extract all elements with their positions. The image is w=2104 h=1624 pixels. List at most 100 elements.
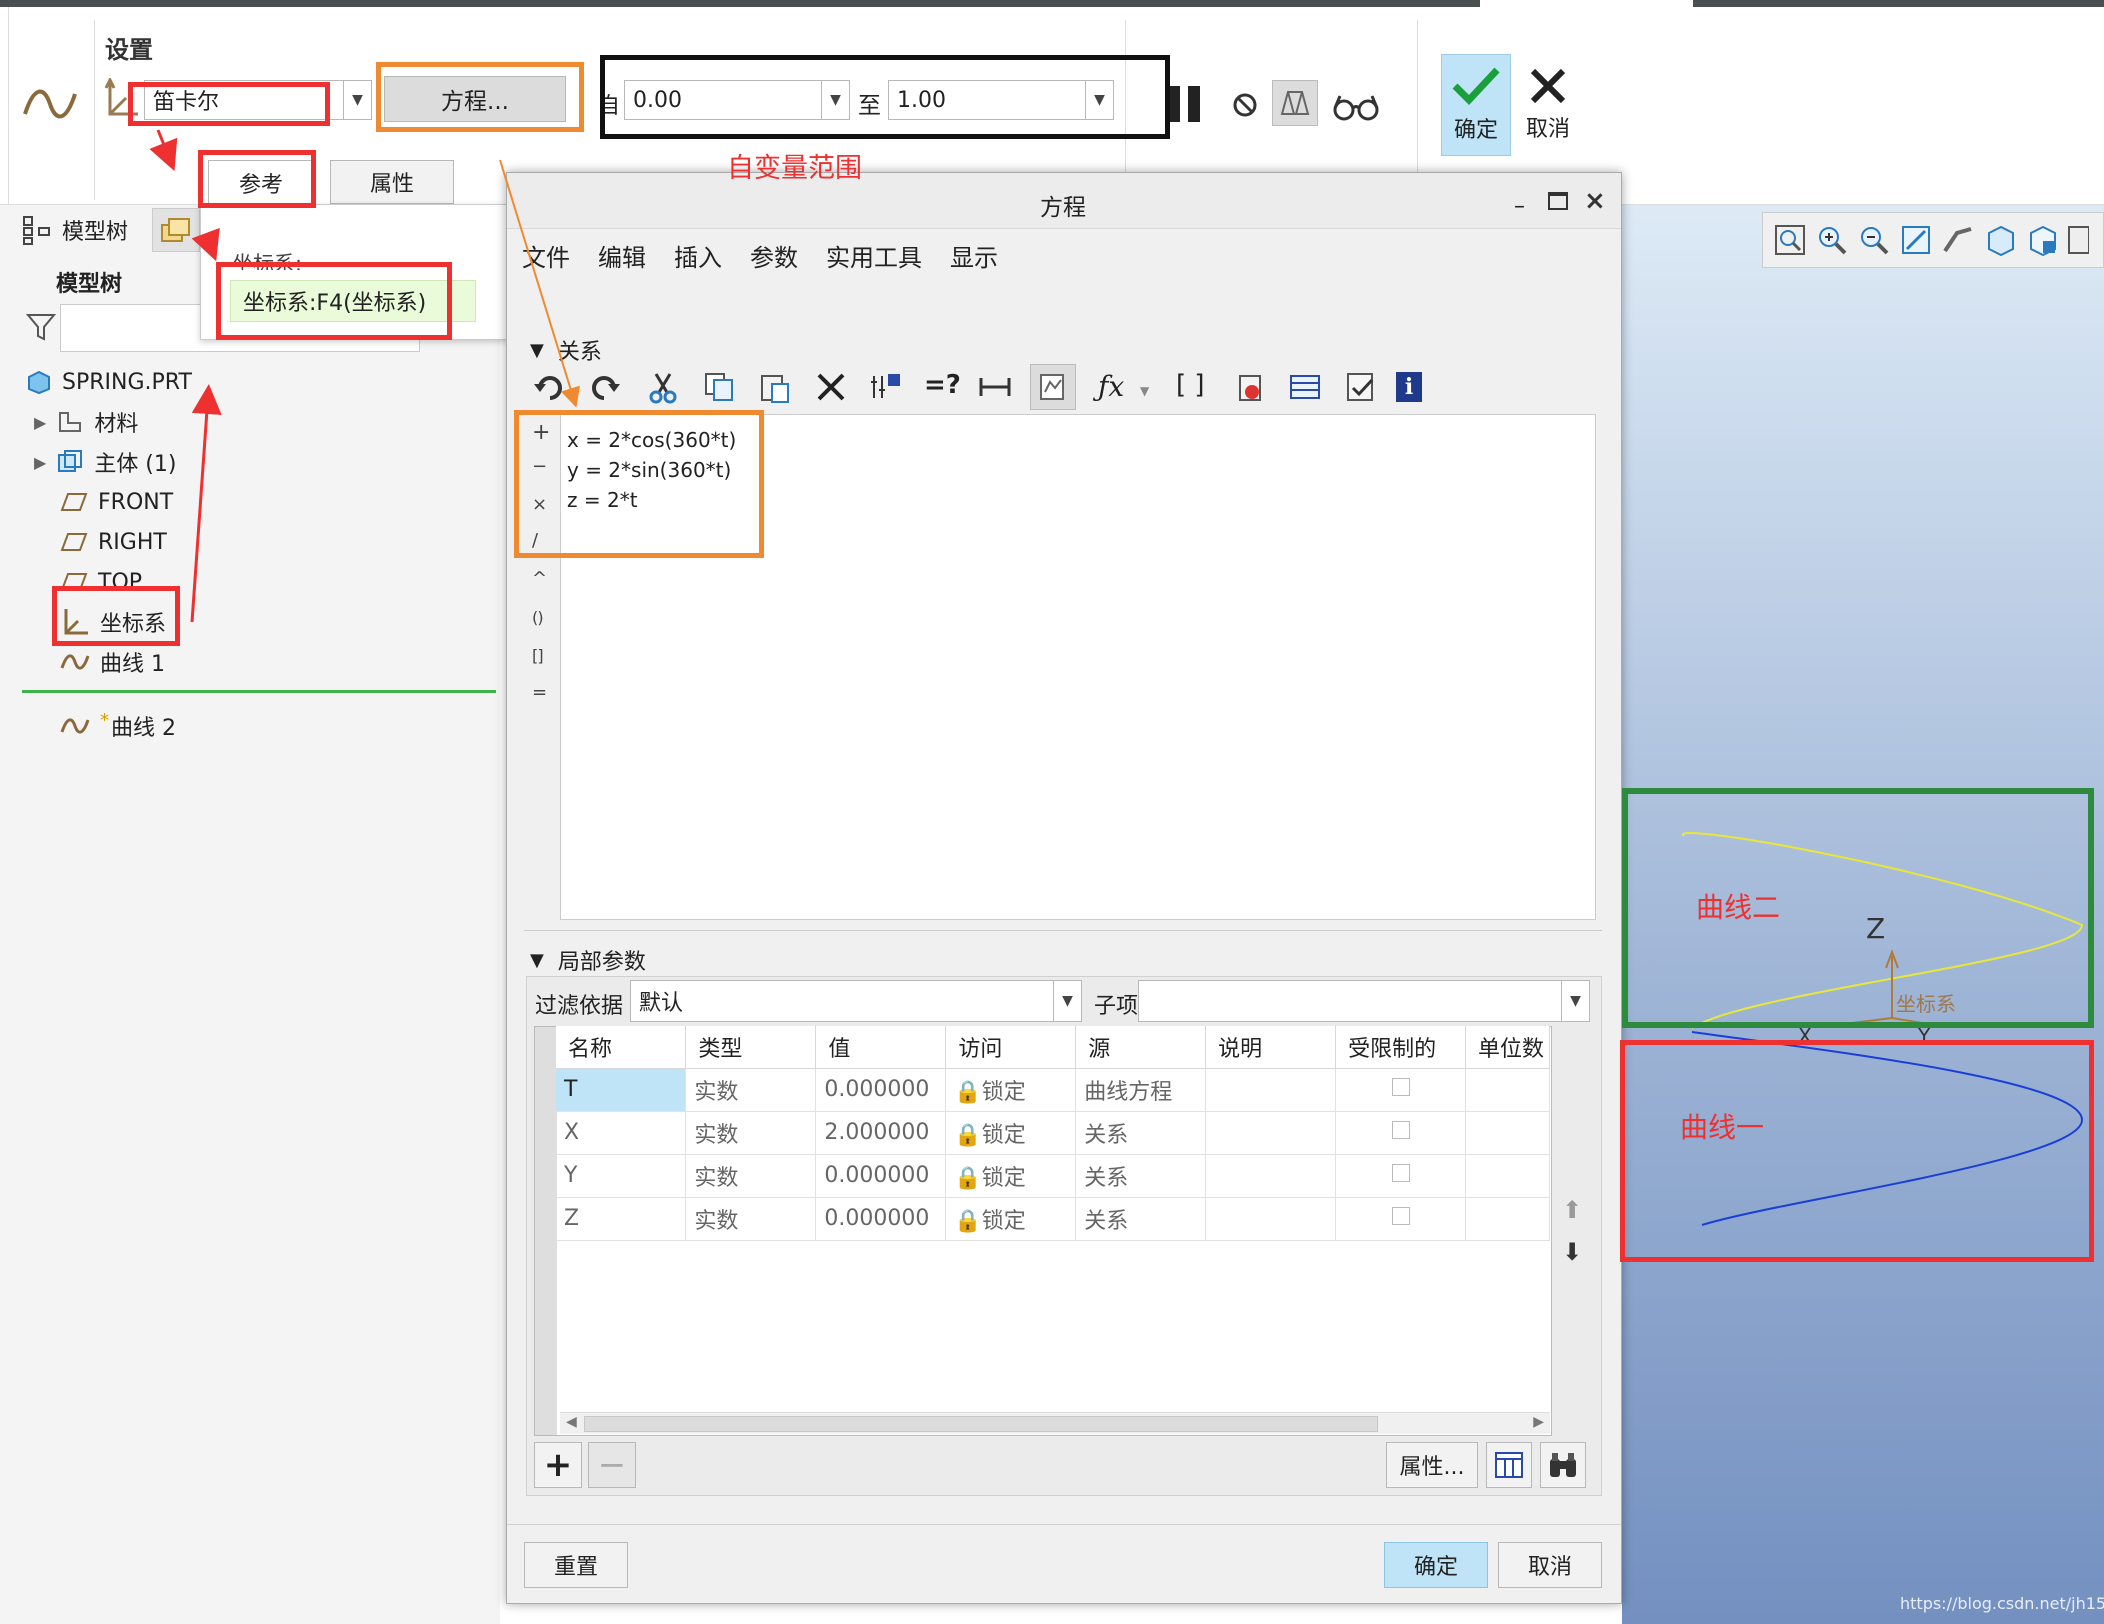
redo-icon[interactable] bbox=[588, 370, 622, 404]
cell-name[interactable]: T bbox=[556, 1068, 687, 1112]
insert-equals-button[interactable]: = bbox=[532, 682, 547, 703]
brackets-icon[interactable]: [ ] bbox=[1176, 370, 1205, 400]
filter-icon[interactable] bbox=[25, 312, 57, 348]
copy-icon[interactable] bbox=[702, 370, 736, 404]
minimize-icon[interactable]: – bbox=[1514, 194, 1525, 219]
tree-item-curve-1[interactable]: 曲线 1 bbox=[60, 644, 165, 680]
tree-item-coord-system[interactable]: 坐标系 bbox=[60, 604, 166, 640]
restricted-checkbox[interactable] bbox=[1391, 1207, 1410, 1225]
insert-divide-button[interactable]: / bbox=[532, 530, 538, 551]
restricted-checkbox[interactable] bbox=[1391, 1078, 1410, 1096]
table-row[interactable]: X 实数 2.000000 🔒锁定 关系 bbox=[556, 1111, 1550, 1155]
col-name[interactable]: 名称 bbox=[556, 1026, 687, 1069]
zoom-out-icon[interactable] bbox=[1857, 223, 1891, 257]
scroll-thumb[interactable] bbox=[584, 1416, 1378, 1432]
menu-display[interactable]: 显示 bbox=[950, 238, 998, 273]
col-restricted[interactable]: 受限制的 bbox=[1335, 1026, 1467, 1069]
columns-icon[interactable] bbox=[1486, 1442, 1532, 1488]
equation-line[interactable]: z = 2*t bbox=[567, 485, 1589, 515]
function-icon[interactable]: ƒx bbox=[1098, 370, 1124, 403]
zoom-fit-icon[interactable] bbox=[1773, 223, 1807, 257]
menu-utilities[interactable]: 实用工具 bbox=[826, 238, 922, 273]
info-icon[interactable]: i bbox=[1396, 372, 1422, 402]
restricted-checkbox[interactable] bbox=[1391, 1164, 1410, 1182]
repaint-icon[interactable] bbox=[1899, 223, 1933, 257]
binoculars-icon[interactable] bbox=[1540, 1442, 1586, 1488]
reset-button[interactable]: 重置 bbox=[524, 1542, 628, 1588]
equation-line[interactable]: y = 2*sin(360*t) bbox=[567, 455, 1589, 485]
insert-brackets-button[interactable]: [ ] bbox=[532, 646, 543, 665]
col-access[interactable]: 访问 bbox=[945, 1026, 1077, 1069]
range-to-input[interactable]: 1.00 ▼ bbox=[888, 80, 1114, 120]
menu-parameters[interactable]: 参数 bbox=[750, 238, 798, 273]
left-tab-model-tree[interactable]: 模型树 bbox=[22, 214, 128, 246]
evaluate-icon[interactable]: =? bbox=[924, 370, 961, 400]
pause-icon[interactable] bbox=[1168, 86, 1200, 122]
coord-type-select[interactable]: 笛卡尔 ▼ bbox=[144, 80, 372, 120]
verify-check-icon[interactable] bbox=[1344, 370, 1378, 404]
verify-relations-icon[interactable] bbox=[1030, 364, 1076, 410]
menu-insert[interactable]: 插入 bbox=[674, 238, 722, 273]
tree-item-part[interactable]: SPRING.PRT bbox=[26, 364, 192, 400]
delete-icon[interactable] bbox=[814, 370, 848, 404]
col-type[interactable]: 类型 bbox=[685, 1026, 817, 1069]
chevron-down-icon[interactable]: ▼ bbox=[1140, 384, 1149, 398]
remove-parameter-button[interactable]: − bbox=[588, 1442, 636, 1488]
table-row[interactable]: Z 实数 0.000000 🔒锁定 关系 bbox=[556, 1197, 1550, 1241]
scroll-left-arrow-icon[interactable]: ◀ bbox=[566, 1414, 577, 1430]
view-cube-icon[interactable] bbox=[1983, 223, 2017, 257]
reference-collector[interactable]: 坐标系:F4(坐标系) bbox=[230, 280, 476, 322]
tree-item-top[interactable]: TOP bbox=[60, 564, 142, 590]
layers-tab-icon[interactable] bbox=[152, 208, 200, 252]
tree-item-right[interactable]: RIGHT bbox=[60, 524, 167, 560]
cell-name[interactable]: X bbox=[556, 1111, 687, 1155]
table-view-icon[interactable] bbox=[1288, 370, 1322, 404]
add-parameter-button[interactable]: + bbox=[534, 1442, 582, 1488]
sub-item-select[interactable]: ▼ bbox=[1138, 980, 1590, 1022]
expand-arrow-icon[interactable]: ▶ bbox=[34, 453, 46, 472]
measure-icon[interactable] bbox=[978, 370, 1012, 404]
ribbon-ok-button[interactable]: 确定 bbox=[1441, 54, 1511, 156]
tab-reference[interactable]: 参考 bbox=[208, 160, 314, 204]
filter-select[interactable]: 默认 ▼ bbox=[630, 980, 1082, 1022]
insert-minus-button[interactable]: − bbox=[532, 456, 547, 477]
verify-preview-icon[interactable] bbox=[1272, 80, 1318, 126]
display-style-icon[interactable] bbox=[1941, 223, 1975, 257]
close-icon[interactable]: × bbox=[1584, 186, 1606, 216]
dialog-cancel-button[interactable]: 取消 bbox=[1498, 1542, 1602, 1588]
insert-multiply-button[interactable]: × bbox=[532, 494, 547, 515]
move-up-icon[interactable]: ⬆ bbox=[1562, 1196, 1582, 1224]
equation-button[interactable]: 方程... bbox=[384, 76, 566, 122]
col-description[interactable]: 说明 bbox=[1205, 1026, 1337, 1069]
restricted-checkbox[interactable] bbox=[1391, 1121, 1410, 1139]
cell-name[interactable]: Y bbox=[556, 1154, 687, 1198]
cell-name[interactable]: Z bbox=[556, 1197, 687, 1241]
zoom-in-icon[interactable] bbox=[1815, 223, 1849, 257]
chevron-down-icon[interactable]: ▼ bbox=[1085, 81, 1113, 119]
paste-icon[interactable] bbox=[758, 370, 792, 404]
properties-button[interactable]: 属性... bbox=[1386, 1442, 1478, 1488]
dialog-ok-button[interactable]: 确定 bbox=[1384, 1542, 1488, 1588]
cut-icon[interactable] bbox=[646, 370, 680, 404]
sort-relations-icon[interactable] bbox=[868, 370, 902, 404]
tree-item-body[interactable]: ▶ 主体 (1) bbox=[34, 444, 176, 480]
insert-parentheses-button[interactable]: ( ) bbox=[532, 608, 543, 627]
glasses-icon[interactable] bbox=[1332, 92, 1380, 128]
relations-section-header[interactable]: ▼ 关系 bbox=[530, 334, 602, 366]
parameters-icon[interactable] bbox=[1234, 370, 1268, 404]
horizontal-scrollbar[interactable]: ◀ ▶ bbox=[560, 1412, 1550, 1434]
scroll-right-arrow-icon[interactable]: ▶ bbox=[1533, 1414, 1544, 1430]
col-units[interactable]: 单位数 bbox=[1465, 1026, 1550, 1069]
expand-arrow-icon[interactable]: ▶ bbox=[34, 413, 46, 432]
tab-properties[interactable]: 属性 bbox=[330, 160, 454, 204]
col-source[interactable]: 源 bbox=[1075, 1026, 1207, 1069]
chevron-down-icon[interactable]: ▼ bbox=[821, 81, 849, 119]
relations-editor[interactable]: x = 2*cos(360*t) y = 2*sin(360*t) z = 2*… bbox=[560, 414, 1596, 920]
undo-icon[interactable] bbox=[532, 370, 566, 404]
insert-power-button[interactable]: ^ bbox=[532, 568, 547, 589]
menu-file[interactable]: 文件 bbox=[522, 238, 570, 273]
maximize-icon[interactable] bbox=[1548, 192, 1568, 210]
col-value[interactable]: 值 bbox=[815, 1026, 947, 1069]
tree-item-material[interactable]: ▶ 材料 bbox=[34, 404, 138, 440]
ribbon-cancel-button[interactable]: 取消 bbox=[1520, 54, 1576, 156]
